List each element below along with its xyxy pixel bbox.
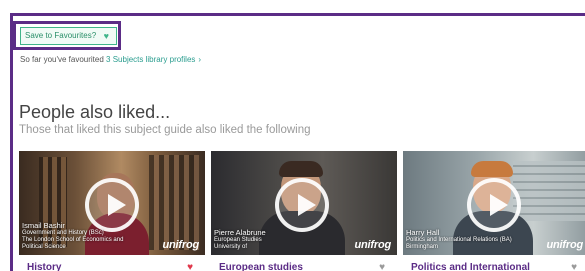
play-icon[interactable] [275,178,329,232]
favourites-link[interactable]: 3 Subjects library profiles [106,55,195,64]
section-title: People also liked... [19,102,171,122]
person-name: Harry Hall [406,228,440,237]
video-thumbnail[interactable]: Ismail Bashir Government and History (BS… [19,151,205,255]
subject-card-history[interactable]: Ismail Bashir Government and History (BS… [19,151,205,271]
subject-card-politics[interactable]: Harry Hall Politics and International Re… [403,151,585,271]
heart-icon[interactable]: ♥ [187,262,193,271]
person-detail: University of [214,244,248,250]
person-detail: The London School of Economics and [22,237,124,243]
card-title[interactable]: Politics and International [411,262,530,271]
person-detail: European Studies [214,237,262,243]
person-detail: Birmingham [406,244,439,250]
play-icon[interactable] [467,178,521,232]
person-detail: Government and History (BSc) [22,230,104,236]
person-detail: Political Science [22,244,66,250]
person-detail: Politics and International Relations (BA… [406,237,512,243]
video-caption: Pierre Alabrune European Studies Univers… [214,228,266,251]
card-title[interactable]: History [27,262,61,271]
save-to-favourites-button[interactable]: Save to Favourites? ♥ [20,27,117,45]
video-caption: Ismail Bashir Government and History (BS… [22,221,123,251]
heart-icon[interactable]: ♥ [571,262,577,271]
section-subtitle: Those that liked this subject guide also… [19,124,311,136]
save-to-favourites-label: Save to Favourites? [25,31,97,40]
unifrog-logo: unifrog [162,239,200,251]
video-caption: Harry Hall Politics and International Re… [406,228,512,251]
favourite-count: So far you've favourited 3 Subjects libr… [20,55,201,64]
person-name: Ismail Bashir [22,221,65,230]
unifrog-logo: unifrog [354,239,392,251]
subject-card-european-studies[interactable]: Pierre Alabrune European Studies Univers… [211,151,397,271]
chevron-right-icon[interactable]: › [198,55,201,64]
card-title[interactable]: European studies [219,262,303,271]
favourite-count-text: So far you've favourited [20,55,104,64]
person-name: Pierre Alabrune [214,228,266,237]
heart-icon: ♥ [103,31,109,41]
heart-icon[interactable]: ♥ [379,262,385,271]
video-thumbnail[interactable]: Harry Hall Politics and International Re… [403,151,585,255]
unifrog-logo: unifrog [546,239,584,251]
video-thumbnail[interactable]: Pierre Alabrune European Studies Univers… [211,151,397,255]
